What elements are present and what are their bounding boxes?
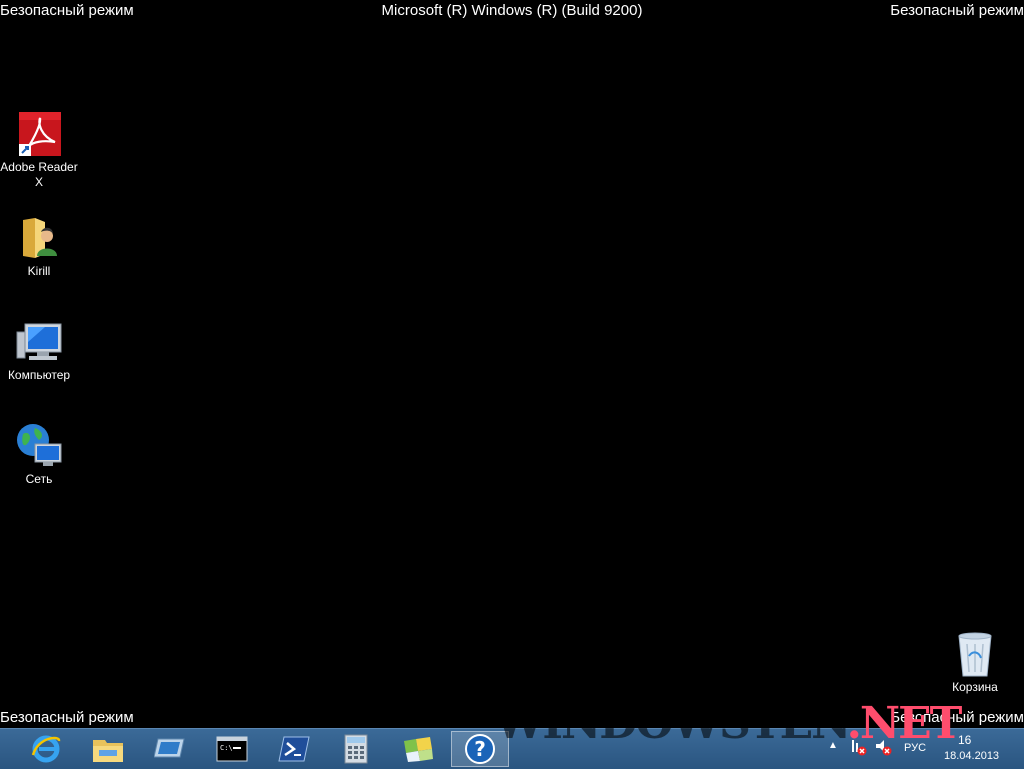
desktop-icon-kirill[interactable]: Kirill <box>0 214 78 279</box>
taskbar-calculator[interactable] <box>327 731 385 767</box>
desktop-icon-label: Kirill <box>27 264 51 278</box>
taskbar-powershell[interactable] <box>265 731 323 767</box>
adobe-reader-icon <box>15 110 63 158</box>
show-hidden-icons-button[interactable]: ▲ <box>828 740 838 751</box>
taskbar-remote-desktop[interactable] <box>141 731 199 767</box>
help-icon: ? <box>465 734 495 764</box>
desktop-icon-label: Adobe Reader X <box>0 160 78 189</box>
svg-text:C:\: C:\ <box>220 744 233 752</box>
computer-icon <box>15 318 63 366</box>
desktop-icon-label: Сеть <box>25 472 53 486</box>
user-folder-icon <box>15 214 63 262</box>
desktop-icon-recycle-bin[interactable]: Корзина <box>936 630 1014 695</box>
windows-logo-icon <box>404 737 433 762</box>
network-tray-icon[interactable] <box>850 738 868 759</box>
recycle-bin-icon <box>951 630 999 678</box>
desktop-icon-label: Компьютер <box>7 368 71 382</box>
internet-explorer-icon <box>31 735 61 763</box>
network-icon <box>15 422 63 470</box>
input-language-indicator[interactable]: РУС <box>904 742 926 754</box>
clock-time[interactable]: 16 <box>958 733 971 747</box>
desktop-icon-label: Корзина <box>952 680 998 694</box>
svg-text:?: ? <box>474 737 486 761</box>
safe-mode-label-bottom-left: Безопасный режим <box>0 709 134 726</box>
desktop-icon-adobe-reader[interactable]: Adobe Reader X <box>0 110 78 190</box>
taskbar-internet-explorer[interactable] <box>17 731 75 767</box>
remote-desktop-icon <box>154 738 185 758</box>
taskbar-file-explorer[interactable] <box>79 731 137 767</box>
taskbar-command-prompt[interactable]: C:\ <box>203 731 261 767</box>
command-prompt-icon: C:\ <box>216 736 248 762</box>
system-tray: ▲ РУС 16 18.04.2013 <box>820 728 1024 768</box>
desktop-icon-network[interactable]: Сеть <box>0 422 78 487</box>
file-explorer-icon <box>93 740 123 762</box>
clock-date[interactable]: 18.04.2013 <box>944 750 999 762</box>
windows-build-label: Microsoft (R) Windows (R) (Build 9200) <box>381 2 643 19</box>
safe-mode-label-top-right: Безопасный режим <box>890 2 1024 19</box>
desktop-icon-computer[interactable]: Компьютер <box>0 318 78 383</box>
taskbar-windows-features[interactable] <box>389 731 447 767</box>
watermark-text: WINDOWSTEN <box>495 698 849 749</box>
calculator-icon <box>344 734 368 764</box>
powershell-icon <box>278 736 310 762</box>
volume-tray-icon[interactable] <box>874 738 892 759</box>
